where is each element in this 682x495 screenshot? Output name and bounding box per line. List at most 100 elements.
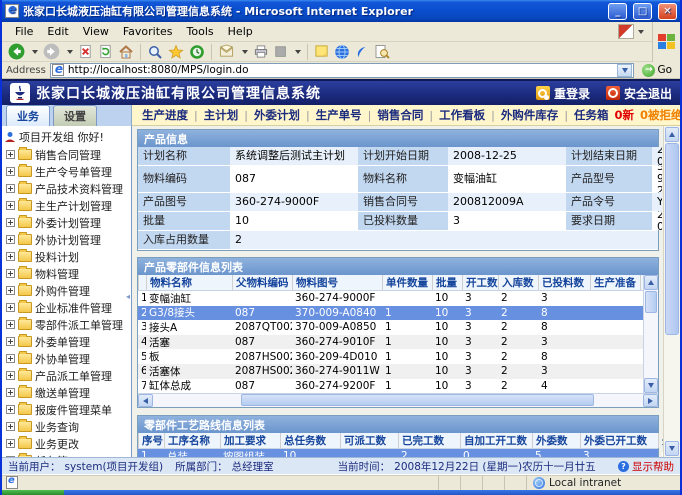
sidebar-item-外协计划管理[interactable]: 外协计划管理 bbox=[4, 231, 131, 248]
table-row[interactable]: 5板2087HS002360-209-4D01011032820 % bbox=[138, 349, 643, 364]
sidebar-item-零部件派工单管理[interactable]: 零部件派工单管理 bbox=[4, 316, 131, 333]
sidebar-item-外协单管理[interactable]: 外协单管理 bbox=[4, 350, 131, 367]
search-icon[interactable] bbox=[145, 42, 165, 61]
tree-expand-icon[interactable] bbox=[6, 235, 15, 244]
col-工序名称[interactable]: 工序名称 bbox=[164, 433, 220, 448]
col-单件数量[interactable]: 单件数量 bbox=[382, 275, 432, 290]
sidebar-collapse-handle[interactable]: ◂ bbox=[126, 285, 131, 309]
col-批量[interactable]: 批量 bbox=[432, 275, 462, 290]
close-button[interactable]: ✕ bbox=[658, 3, 677, 20]
stop-icon[interactable] bbox=[76, 42, 95, 61]
sidebar-item-生产令号单管理[interactable]: 生产令号单管理 bbox=[4, 163, 131, 180]
menu-tools[interactable]: Tools bbox=[180, 23, 221, 40]
mail-dropdown[interactable] bbox=[238, 42, 250, 61]
maximize-button[interactable]: □ bbox=[633, 3, 652, 20]
nav-外委计划[interactable]: 外委计划 bbox=[254, 107, 300, 123]
home-icon[interactable] bbox=[116, 42, 136, 61]
scroll-down-icon[interactable] bbox=[644, 378, 658, 393]
forward-dropdown[interactable] bbox=[63, 42, 75, 61]
table-row[interactable]: 4活塞087360-274-9010F11032320 % bbox=[138, 335, 643, 350]
tree-expand-icon[interactable] bbox=[6, 269, 15, 278]
discuss-icon[interactable] bbox=[312, 42, 331, 61]
parts-table-vscrollbar[interactable] bbox=[643, 275, 658, 393]
tab-设置[interactable]: 设置 bbox=[53, 105, 97, 126]
nav-主计划[interactable]: 主计划 bbox=[204, 107, 239, 123]
mail-icon[interactable] bbox=[216, 42, 237, 61]
col-总任务数[interactable]: 总任务数 bbox=[280, 433, 340, 448]
back-icon[interactable] bbox=[6, 42, 27, 61]
pdf-toolbar-icon[interactable] bbox=[618, 24, 634, 39]
sidebar-item-业务更改[interactable]: 业务更改 bbox=[4, 435, 131, 452]
tree-expand-icon[interactable] bbox=[6, 218, 15, 227]
find-icon[interactable] bbox=[372, 42, 392, 61]
scroll-left-icon[interactable] bbox=[138, 394, 153, 407]
table-row[interactable]: 1变幅油缸360-274-9000F1032329 % bbox=[138, 291, 643, 306]
sidebar-item-外委单管理[interactable]: 外委单管理 bbox=[4, 333, 131, 350]
col-seq[interactable] bbox=[138, 275, 146, 290]
page-vscrollbar[interactable] bbox=[663, 126, 680, 457]
col-已投料数[interactable]: 已投料数 bbox=[538, 275, 590, 290]
logout-button[interactable]: 安全退出 bbox=[606, 85, 672, 102]
table-row[interactable]: 7缸体总成087360-274-9200F11032419 % bbox=[138, 379, 643, 394]
favorites-icon[interactable] bbox=[166, 42, 186, 61]
back-dropdown[interactable] bbox=[28, 42, 40, 61]
tree-expand-icon[interactable] bbox=[6, 320, 15, 329]
sidebar-item-销售合同管理[interactable]: 销售合同管理 bbox=[4, 146, 131, 163]
col-开工数[interactable]: 开工数 bbox=[462, 275, 498, 290]
tree-expand-icon[interactable] bbox=[6, 167, 15, 176]
edit-dropdown[interactable] bbox=[291, 42, 303, 61]
tree-expand-icon[interactable] bbox=[6, 303, 15, 312]
tree-expand-icon[interactable] bbox=[6, 422, 15, 431]
nav-工作看板[interactable]: 工作看板 bbox=[439, 107, 485, 123]
table-row[interactable]: 2G3/8接头087370-009-A084011032820 % bbox=[138, 306, 643, 321]
tree-expand-icon[interactable] bbox=[6, 371, 15, 380]
scroll-right-icon[interactable] bbox=[643, 394, 658, 407]
col-物料图号[interactable]: 物料图号 bbox=[292, 275, 382, 290]
nav-任务箱[interactable]: 任务箱 bbox=[574, 107, 609, 123]
tree-expand-icon[interactable] bbox=[6, 150, 15, 159]
nav-生产单号[interactable]: 生产单号 bbox=[316, 107, 362, 123]
sidebar-item-报废件管理菜单[interactable]: 报废件管理菜单 bbox=[4, 401, 131, 418]
messenger-icon[interactable] bbox=[332, 42, 352, 61]
col-父物料编码[interactable]: 父物料编码 bbox=[232, 275, 292, 290]
table-row[interactable]: 3接头A2087QT002370-009-A085011032820 % bbox=[138, 320, 643, 335]
sidebar-item-缴送单管理[interactable]: 缴送单管理 bbox=[4, 384, 131, 401]
col-加工要求[interactable]: 加工要求 bbox=[220, 433, 280, 448]
relogin-button[interactable]: 重登录 bbox=[536, 85, 590, 102]
sidebar-item-投料计划[interactable]: 投料计划 bbox=[4, 248, 131, 265]
tree-expand-icon[interactable] bbox=[6, 184, 15, 193]
sidebar-item-业务查询[interactable]: 业务查询 bbox=[4, 418, 131, 435]
history-icon[interactable] bbox=[187, 42, 207, 61]
col-生产准备[interactable]: 生产准备 bbox=[590, 275, 640, 290]
nav-生产进度[interactable]: 生产进度 bbox=[142, 107, 188, 123]
page-scroll-thumb[interactable] bbox=[665, 143, 679, 335]
col-自加工开工数[interactable]: 自加工开工数 bbox=[460, 433, 532, 448]
sidebar-item-任务箱[interactable]: 任务箱 bbox=[4, 452, 131, 457]
sidebar-item-外委计划管理[interactable]: 外委计划管理 bbox=[4, 214, 131, 231]
scroll-thumb[interactable] bbox=[645, 291, 657, 313]
refresh-icon[interactable] bbox=[96, 42, 115, 61]
tree-expand-icon[interactable] bbox=[6, 388, 15, 397]
col-物料名称[interactable]: 物料名称 bbox=[146, 275, 232, 290]
sidebar-item-企业标准件管理[interactable]: 企业标准件管理 bbox=[4, 299, 131, 316]
sidebar-item-产品派工单管理[interactable]: 产品派工单管理 bbox=[4, 367, 131, 384]
msn-icon[interactable] bbox=[353, 42, 371, 61]
tree-expand-icon[interactable] bbox=[6, 456, 15, 457]
nav-外购件库存[interactable]: 外购件库存 bbox=[501, 107, 559, 123]
sidebar-item-外购件管理[interactable]: 外购件管理 bbox=[4, 282, 131, 299]
hscroll-thumb[interactable] bbox=[241, 394, 594, 406]
tree-expand-icon[interactable] bbox=[6, 354, 15, 363]
pdf-dropdown-icon[interactable] bbox=[638, 30, 644, 34]
tree-expand-icon[interactable] bbox=[6, 337, 15, 346]
parts-table-hscrollbar[interactable] bbox=[138, 393, 658, 407]
nav-销售合同[interactable]: 销售合同 bbox=[377, 107, 423, 123]
col-外委已开工数[interactable]: 外委已开工数 bbox=[580, 433, 658, 448]
col-外委数[interactable]: 外委数 bbox=[532, 433, 580, 448]
edit-icon[interactable] bbox=[272, 42, 290, 61]
col-入库数[interactable]: 入库数 bbox=[498, 275, 538, 290]
tree-expand-icon[interactable] bbox=[6, 252, 15, 261]
start-button-sliver[interactable] bbox=[2, 490, 64, 495]
print-icon[interactable] bbox=[251, 42, 271, 61]
menu-view[interactable]: View bbox=[76, 23, 116, 40]
tree-expand-icon[interactable] bbox=[6, 201, 15, 210]
